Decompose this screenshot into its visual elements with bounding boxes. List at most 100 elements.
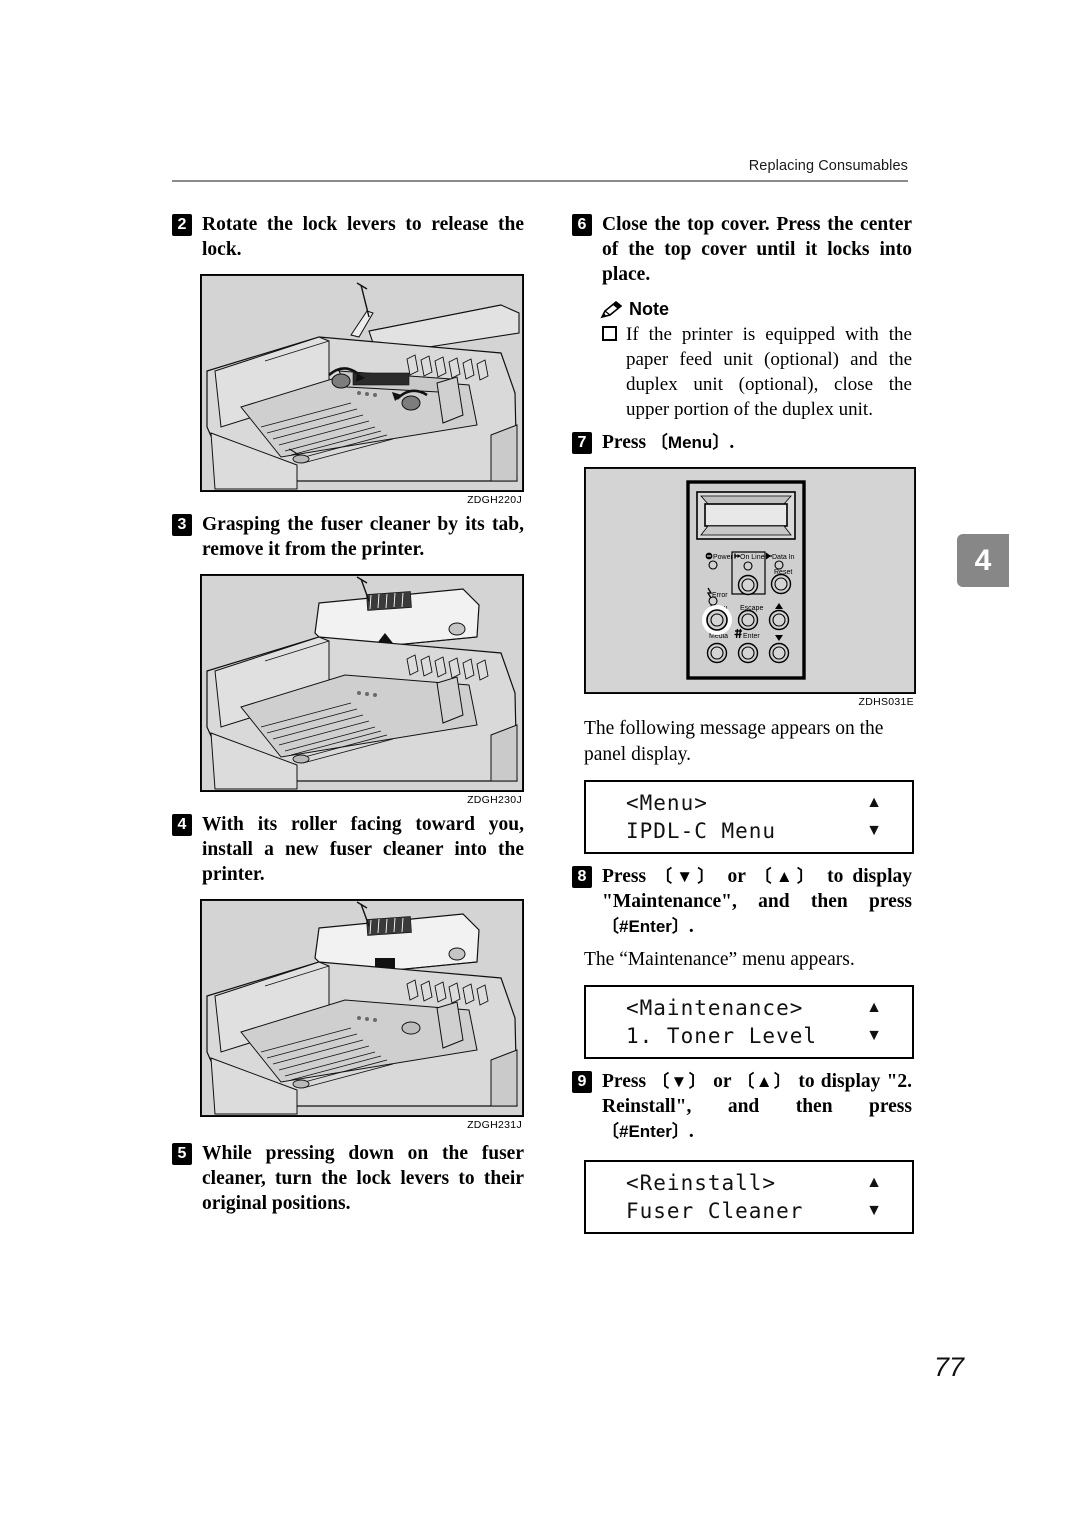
step-5: 5 While pressing down on the fuser clean… <box>172 1141 524 1216</box>
step-6: 6 Close the top cover. Press the center … <box>572 212 912 287</box>
label-power: Power <box>713 554 734 561</box>
bracket-open-2: 〔 <box>754 867 776 886</box>
bracket-close-2: 〕 <box>796 867 819 886</box>
menu-button-highlight <box>702 605 732 635</box>
step-4-text: With its roller facing toward you, insta… <box>202 814 524 885</box>
note-text: If the printer is equipped with the pape… <box>626 324 912 420</box>
step-4: 4 With its roller facing toward you, ins… <box>172 812 524 887</box>
media-button <box>706 642 728 664</box>
running-header: Replacing Consumables <box>748 158 908 174</box>
lcd2-arrow-down: ▼ <box>866 1027 882 1044</box>
chapter-tab: 4 <box>957 534 1009 587</box>
lcd1-arrow-up: ▲ <box>866 794 882 811</box>
step-3-text: Grasping the fuser cleaner by its tab, r… <box>202 514 524 560</box>
lcd2-row2: 1. Toner Level ▼ <box>586 1021 904 1051</box>
lcd3-line1: <Reinstall> <box>626 1171 777 1195</box>
step-5-text: While pressing down on the fuser cleaner… <box>202 1143 524 1214</box>
bracket-close-6: 〕 <box>671 1122 689 1141</box>
lcd-display-maintenance: <Maintenance> ▲ 1. Toner Level ▼ <box>584 985 914 1059</box>
step-9-part1: Press <box>602 1071 653 1092</box>
lcd3-arrow-down: ▼ <box>866 1202 882 1219</box>
power-icon <box>705 552 713 560</box>
escape-button <box>737 609 759 631</box>
key-bracket-open: 〔 <box>650 433 668 452</box>
printer-interior-illustration-2 <box>201 575 523 791</box>
lcd1-line1: <Menu> <box>626 791 708 815</box>
step-8: 8 Press 〔▼〕 or 〔▲〕 to display "Maintenan… <box>572 864 912 939</box>
step-8-key-down: ▼ <box>676 867 698 886</box>
after-step8-text: The “Maintenance” menu appears. <box>584 949 855 970</box>
figure-4-caption: ZDGH231J <box>467 1119 522 1131</box>
bracket-close-5: 〕 <box>773 1072 793 1091</box>
header-rule <box>172 180 908 182</box>
step-7-number: 7 <box>572 432 592 454</box>
step-9-key-down: ▼ <box>670 1072 689 1091</box>
lcd1-row2: IPDL-C Menu ▼ <box>586 816 904 846</box>
step-2-number: 2 <box>172 214 192 236</box>
bracket-open-4: 〔 <box>652 1072 671 1091</box>
lcd2-line2: 1. Toner Level <box>626 1024 818 1048</box>
step-7-key-menu: Menu <box>667 433 713 452</box>
lcd3-row1: <Reinstall> ▲ <box>586 1168 904 1198</box>
key-bracket-close: 〕 <box>712 433 730 452</box>
bracket-open-5: 〔 <box>737 1072 756 1091</box>
label-datain: Data In <box>772 554 795 561</box>
printer-interior-illustration-3 <box>201 900 523 1116</box>
control-panel-illustration: Power On Line Data In Reset Error Menu E… <box>585 468 915 693</box>
note-block: Note If the printer is equipped with the… <box>600 299 912 422</box>
figure-7-caption: ZDHS031E <box>858 696 914 708</box>
right-column: 6 Close the top cover. Press the center … <box>572 212 916 1244</box>
step-9-key-enter: #Enter <box>619 1122 672 1141</box>
step-7-suffix: . <box>729 432 735 453</box>
step-9-text: Press 〔▼〕 or 〔▲〕 to display "2. Reinstal… <box>602 1069 912 1144</box>
step-9-key-up: ▲ <box>755 1072 774 1091</box>
step-9: 9 Press 〔▼〕 or 〔▲〕 to display "2. Reinst… <box>572 1069 912 1144</box>
step-6-text: Close the top cover. Press the center of… <box>602 214 912 285</box>
bracket-close-4: 〕 <box>688 1072 707 1091</box>
lcd2-row1: <Maintenance> ▲ <box>586 993 904 1023</box>
note-label: Note <box>629 299 669 319</box>
bracket-open-6: 〔 <box>602 1122 619 1141</box>
lcd3-row2: Fuser Cleaner ▼ <box>586 1196 904 1226</box>
lcd-display-reinstall: <Reinstall> ▲ Fuser Cleaner ▼ <box>584 1160 914 1234</box>
manual-page: Replacing Consumables 4 2 Rotate the loc… <box>0 0 1080 1528</box>
online-button <box>737 574 759 596</box>
bracket-close-3: 〕 <box>671 917 689 936</box>
figure-printer-rotate-lock-levers <box>200 274 524 492</box>
step-9-part2: or <box>707 1071 738 1092</box>
step-8-key-up: ▲ <box>775 867 797 886</box>
label-enter: Enter <box>743 633 760 640</box>
step-7-text: Press 〔Menu〕. <box>602 430 912 455</box>
left-column: 2 Rotate the lock levers to release the … <box>172 212 524 1220</box>
lcd1-line2: IPDL-C Menu <box>626 819 777 843</box>
reset-button <box>770 573 792 595</box>
step-5-number: 5 <box>172 1143 192 1165</box>
step-7: 7 Press 〔Menu〕. <box>572 430 912 455</box>
lcd1-arrow-down: ▼ <box>866 822 882 839</box>
enter-button <box>737 642 759 664</box>
figure-3-wrapper: ZDGH230J <box>200 574 524 806</box>
label-online: On Line <box>740 554 765 561</box>
bracket-open-1: 〔 <box>655 867 677 886</box>
step-2-text: Rotate the lock levers to release the lo… <box>202 214 524 260</box>
step-8-part4: . <box>688 916 694 937</box>
lcd3-line2: Fuser Cleaner <box>626 1199 804 1223</box>
step-7-prefix: Press <box>602 432 651 453</box>
page-number: 77 <box>933 1352 964 1382</box>
step-8-number: 8 <box>572 866 592 888</box>
step-9-number: 9 <box>572 1071 592 1093</box>
note-item: If the printer is equipped with the pape… <box>600 322 912 422</box>
figure-printer-install-fuser-cleaner <box>200 899 524 1117</box>
bracket-close-1: 〕 <box>697 867 719 886</box>
step-4-number: 4 <box>172 814 192 836</box>
pencil-icon <box>600 300 623 319</box>
lcd2-line1: <Maintenance> <box>626 996 804 1020</box>
step-8-part2: or <box>718 866 755 887</box>
figure-3-caption: ZDGH230J <box>467 794 522 806</box>
figure-2-wrapper: ZDGH220J <box>200 274 524 506</box>
lcd1-row1: <Menu> ▲ <box>586 788 904 818</box>
lcd2-arrow-up: ▲ <box>866 999 882 1016</box>
figure-control-panel: Power On Line Data In Reset Error Menu E… <box>584 467 916 694</box>
printer-interior-illustration-1 <box>201 275 523 491</box>
step-8-text: Press 〔▼〕 or 〔▲〕 to display "Maintenance… <box>602 864 912 939</box>
